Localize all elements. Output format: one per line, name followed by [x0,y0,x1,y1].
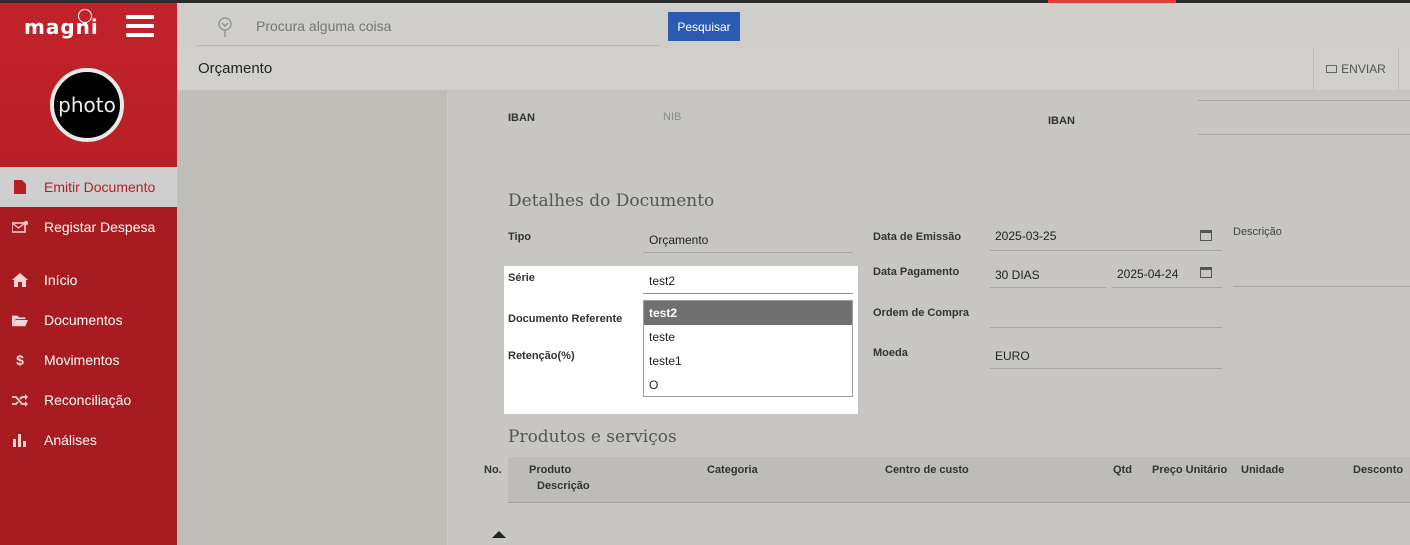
serie-option[interactable]: test2 [644,301,852,325]
data-pagamento-value[interactable]: 2025-04-24 [1117,267,1178,281]
nib-field[interactable]: NIB [663,111,681,123]
calendar-icon[interactable] [1200,267,1212,278]
search-input[interactable] [256,18,656,34]
menu-toggle-icon[interactable] [126,15,154,39]
document-icon [12,179,28,195]
ordem-compra-label: Ordem de Compra [873,307,969,319]
sidebar-item-label: Movimentos [44,352,120,368]
column-header-produto: Produto [529,464,572,476]
column-header-preco-unitario: Preço Unitário [1152,464,1228,476]
column-header-no: No. [484,464,502,476]
folder-icon [12,312,28,328]
sidebar-item-registar-despesa[interactable]: Registar Despesa [0,207,177,247]
documento-referente-label: Documento Referente [508,313,623,325]
mail-icon [1326,65,1338,73]
sidebar-item-emitir-documento[interactable]: Emitir Documento [0,167,177,207]
column-header-centro-custo: Centro de custo [885,464,969,476]
sidebar: magni photo Emitir Documento Registar De… [0,3,177,545]
home-icon [12,272,28,288]
sidebar-item-inicio[interactable]: Início [0,260,177,300]
tipo-label: Tipo [508,231,532,243]
search-button[interactable]: Pesquisar [668,12,740,41]
column-header-desconto: Desconto [1353,464,1404,476]
send-button[interactable]: ENVIAR [1313,48,1399,90]
sidebar-item-label: Início [44,272,78,288]
tree-search-icon [217,17,233,37]
serie-field-underline [643,293,853,294]
avatar[interactable]: photo [50,68,124,142]
tipo-value[interactable]: Orçamento [649,233,708,247]
page-title: Orçamento [198,60,273,77]
sidebar-item-label: Documentos [44,312,123,328]
products-section-title: Produtos e serviços [508,427,677,447]
column-header-qtd: Qtd [1113,464,1132,476]
calendar-icon[interactable] [1200,230,1212,241]
moeda-select[interactable]: EURO [995,349,1030,363]
sidebar-item-label: Registar Despesa [44,219,156,235]
iban-field[interactable] [1198,134,1410,135]
bar-chart-icon [12,432,28,448]
data-emissao-label: Data de Emissão [873,231,962,243]
document-section-title: Detalhes do Documento [508,191,715,211]
moeda-label: Moeda [873,347,908,359]
iban-label-2: IBAN [1048,115,1075,127]
serie-dropdown: test2 teste teste1 O [643,300,853,397]
sidebar-item-reconciliacao[interactable]: Reconciliação [0,380,177,420]
retencao-label: Retenção(%) [508,350,575,362]
serie-select[interactable]: test2 [649,274,675,288]
pagamento-terms-select[interactable]: 30 DIAS [995,268,1040,282]
serie-option[interactable]: O [644,373,852,397]
shuffle-icon [12,392,28,408]
column-header-categoria: Categoria [707,464,758,476]
data-pagamento-underline [1112,287,1222,288]
search-field [197,9,660,46]
dollar-icon: $ [16,352,24,368]
iban-label: IBAN [508,112,535,124]
sidebar-item-analises[interactable]: Análises [0,420,177,460]
sidebar-item-documentos[interactable]: Documentos [0,300,177,340]
send-label: ENVIAR [1341,62,1386,76]
moeda-underline [990,368,1222,369]
expense-mail-icon [12,219,28,235]
sidebar-item-label: Análises [44,432,97,448]
logo-tree-icon [78,9,92,23]
pagamento-terms-underline [990,287,1106,288]
descricao-field[interactable] [1233,286,1410,287]
title-bar: Orçamento ENVIAR [177,48,1410,91]
data-pagamento-label: Data Pagamento [873,266,960,278]
data-emissao-underline [990,250,1222,251]
tipo-field-underline [643,252,853,253]
serie-option[interactable]: teste [644,325,852,349]
sidebar-header: magni photo [0,3,177,167]
row-collapse-icon[interactable] [492,531,506,538]
descricao-label: Descrição [1233,226,1282,238]
sidebar-item-label: Emitir Documento [44,179,156,195]
sidebar-item-label: Reconciliação [44,392,132,408]
serie-label: Série [508,272,535,284]
left-pane [177,91,447,545]
iban-field-top [1198,100,1410,101]
column-header-unidade: Unidade [1241,464,1285,476]
data-emissao-value[interactable]: 2025-03-25 [995,229,1056,243]
serie-option[interactable]: teste1 [644,349,852,373]
ordem-compra-field[interactable] [990,327,1222,328]
sidebar-item-movimentos[interactable]: $ Movimentos [0,340,177,380]
search-bar: Pesquisar [177,3,1410,48]
column-header-descricao: Descrição [537,480,590,492]
